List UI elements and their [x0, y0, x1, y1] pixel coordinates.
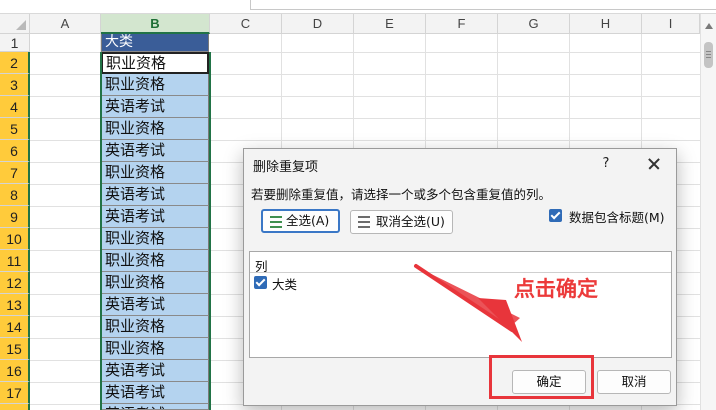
- cell-b3[interactable]: 职业资格: [101, 74, 209, 96]
- headers-checkbox-label: 数据包含标题(M): [569, 210, 665, 225]
- vertical-scrollbar[interactable]: [700, 14, 716, 410]
- cell-b6[interactable]: 英语考试: [101, 140, 209, 162]
- corner-triangle-icon: [16, 20, 26, 30]
- help-button[interactable]: ?: [596, 154, 616, 174]
- row-header-14[interactable]: 14: [0, 316, 30, 338]
- dialog-title: 删除重复项: [253, 160, 319, 175]
- column-checkbox-dalei[interactable]: [254, 276, 267, 289]
- select-all-button[interactable]: 全选(A): [261, 209, 340, 233]
- column-header-f[interactable]: F: [426, 14, 498, 34]
- scroll-thumb[interactable]: [704, 42, 713, 68]
- cancel-button[interactable]: 取消: [597, 370, 671, 394]
- columns-list[interactable]: 列 大类: [249, 251, 672, 358]
- cell-b17[interactable]: 英语考试: [101, 382, 209, 404]
- row-header-8[interactable]: 8: [0, 184, 30, 206]
- cell-b11[interactable]: 职业资格: [101, 250, 209, 272]
- headers-checkbox[interactable]: [549, 209, 562, 222]
- row-header-6[interactable]: 6: [0, 140, 30, 162]
- select-all-label: 全选(A): [286, 213, 330, 228]
- row-header-11[interactable]: 11: [0, 250, 30, 272]
- row-header-15[interactable]: 15: [0, 338, 30, 360]
- cell-b9[interactable]: 英语考试: [101, 206, 209, 228]
- annotation-highlight-box: [489, 355, 594, 399]
- scroll-up-arrow-icon[interactable]: [705, 23, 713, 29]
- cell-b12[interactable]: 职业资格: [101, 272, 209, 294]
- row-header-12[interactable]: 12: [0, 272, 30, 294]
- row-header-9[interactable]: 9: [0, 206, 30, 228]
- row-header-13[interactable]: 13: [0, 294, 30, 316]
- select-all-icon: [270, 216, 282, 228]
- cell-b10[interactable]: 职业资格: [101, 228, 209, 250]
- list-divider: [250, 272, 671, 273]
- unselect-all-label: 取消全选(U): [376, 214, 445, 229]
- column-header-e[interactable]: E: [354, 14, 426, 34]
- cell-b16[interactable]: 英语考试: [101, 360, 209, 382]
- cell-b1-header[interactable]: 大类: [101, 34, 209, 52]
- column-header-c[interactable]: C: [210, 14, 282, 34]
- column-header-g[interactable]: G: [498, 14, 570, 34]
- column-header-a[interactable]: A: [30, 14, 101, 34]
- formula-input-edge[interactable]: [250, 0, 716, 10]
- row-header-7[interactable]: 7: [0, 162, 30, 184]
- remove-duplicates-dialog: 删除重复项 ? 若要删除重复值，请选择一个或多个包含重复值的列。 全选(A) 取…: [243, 148, 677, 406]
- cell-b5[interactable]: 职业资格: [101, 118, 209, 140]
- column-item-label: 大类: [272, 277, 298, 292]
- unselect-all-button[interactable]: 取消全选(U): [350, 210, 453, 234]
- annotation-click-ok-text: 点击确定: [514, 277, 598, 301]
- cell-b8[interactable]: 英语考试: [101, 184, 209, 206]
- row-header-1[interactable]: 1: [0, 34, 30, 52]
- row-header-3[interactable]: 3: [0, 74, 30, 96]
- cell-b14[interactable]: 职业资格: [101, 316, 209, 338]
- cell-b13[interactable]: 英语考试: [101, 294, 209, 316]
- row-header-16[interactable]: 16: [0, 360, 30, 382]
- dialog-instruction: 若要删除重复值，请选择一个或多个包含重复值的列。: [251, 187, 552, 202]
- unselect-all-icon: [358, 216, 370, 228]
- row-header-4[interactable]: 4: [0, 96, 30, 118]
- cell-b7[interactable]: 职业资格: [101, 162, 209, 184]
- row-header-2[interactable]: 2: [0, 52, 30, 74]
- close-icon[interactable]: [642, 153, 666, 175]
- row-header-17[interactable]: 17: [0, 382, 30, 404]
- row-header-18[interactable]: 18: [0, 404, 30, 410]
- cell-b4[interactable]: 英语考试: [101, 96, 209, 118]
- column-header-b[interactable]: B: [101, 14, 210, 34]
- column-header-i[interactable]: I: [642, 14, 700, 34]
- row-header-10[interactable]: 10: [0, 228, 30, 250]
- column-header-d[interactable]: D: [282, 14, 354, 34]
- column-header-h[interactable]: H: [570, 14, 642, 34]
- formula-bar-edge: [0, 0, 716, 14]
- cell-b2-active[interactable]: 职业资格: [101, 52, 209, 74]
- cell-b18[interactable]: 英语考试: [101, 404, 209, 410]
- row-header-5[interactable]: 5: [0, 118, 30, 140]
- cell-b15[interactable]: 职业资格: [101, 338, 209, 360]
- select-all-corner[interactable]: [0, 14, 30, 34]
